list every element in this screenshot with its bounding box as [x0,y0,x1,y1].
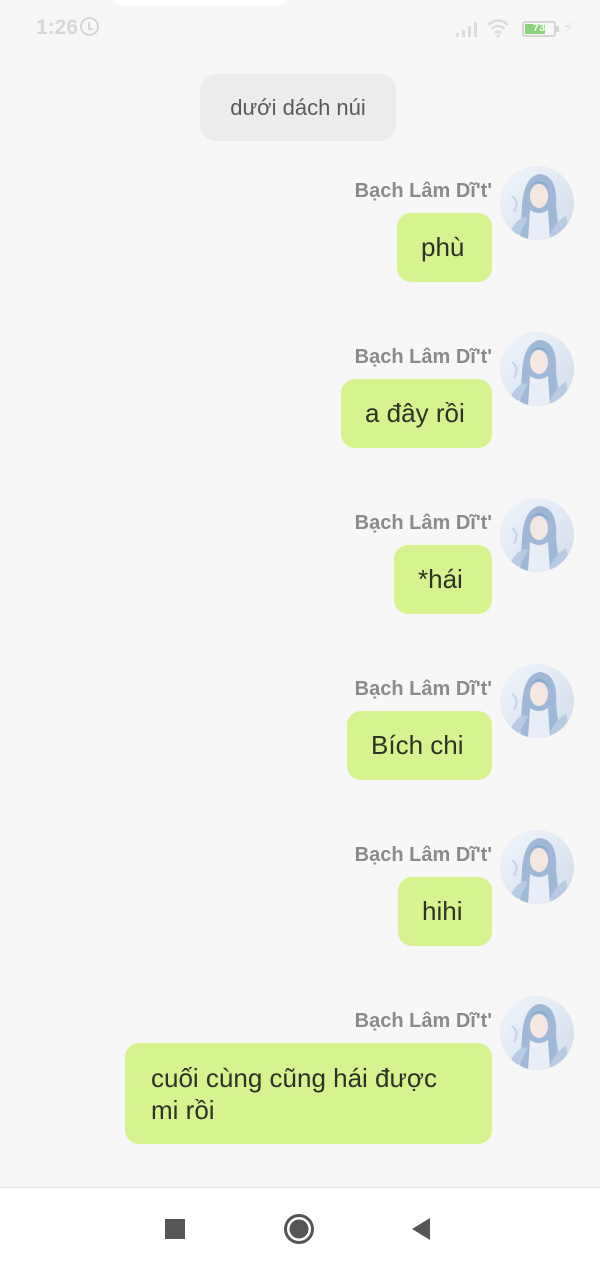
message-bubble[interactable]: Bích chi [347,711,492,780]
avatar[interactable] [500,996,574,1070]
message-bubble[interactable]: cuối cùng cũng hái được mi rồi [125,1043,492,1144]
sender-name: Bạch Lâm Dĩ't' [354,844,492,866]
battery-icon: 73 [522,21,559,37]
chat-screen: 1:26 73 ⚡ dưới dách núi Bạch Lâm Dĩ't' p… [0,0,600,1267]
home-circle-icon[interactable] [282,1212,316,1246]
alarm-icon [80,17,99,36]
message-bubble[interactable]: phù [397,213,492,282]
message-bubble[interactable]: a đây rồi [341,379,492,448]
signal-icon [456,22,477,37]
navigation-bar [0,1187,600,1267]
wifi-icon [487,19,509,38]
sender-name: Bạch Lâm Dĩ't' [354,1010,492,1032]
avatar[interactable] [500,166,574,240]
avatar[interactable] [500,498,574,572]
message-bubble[interactable]: *hái [394,545,492,614]
avatar[interactable] [500,664,574,738]
charging-icon: ⚡ [563,20,575,37]
battery-level: 73 [532,22,546,34]
status-time: 1:26 [36,16,79,39]
recents-square-icon[interactable] [158,1212,192,1246]
sender-name: Bạch Lâm Dĩ't' [354,180,492,202]
sender-name: Bạch Lâm Dĩ't' [354,346,492,368]
sender-name: Bạch Lâm Dĩ't' [354,512,492,534]
sender-name: Bạch Lâm Dĩ't' [354,678,492,700]
top-pill [110,0,290,6]
system-message: dưới dách núi [200,74,396,141]
status-bar: 1:26 73 ⚡ [0,0,600,58]
back-triangle-icon[interactable] [404,1212,438,1246]
message-bubble[interactable]: hihi [398,877,492,946]
avatar[interactable] [500,332,574,406]
avatar[interactable] [500,830,574,904]
